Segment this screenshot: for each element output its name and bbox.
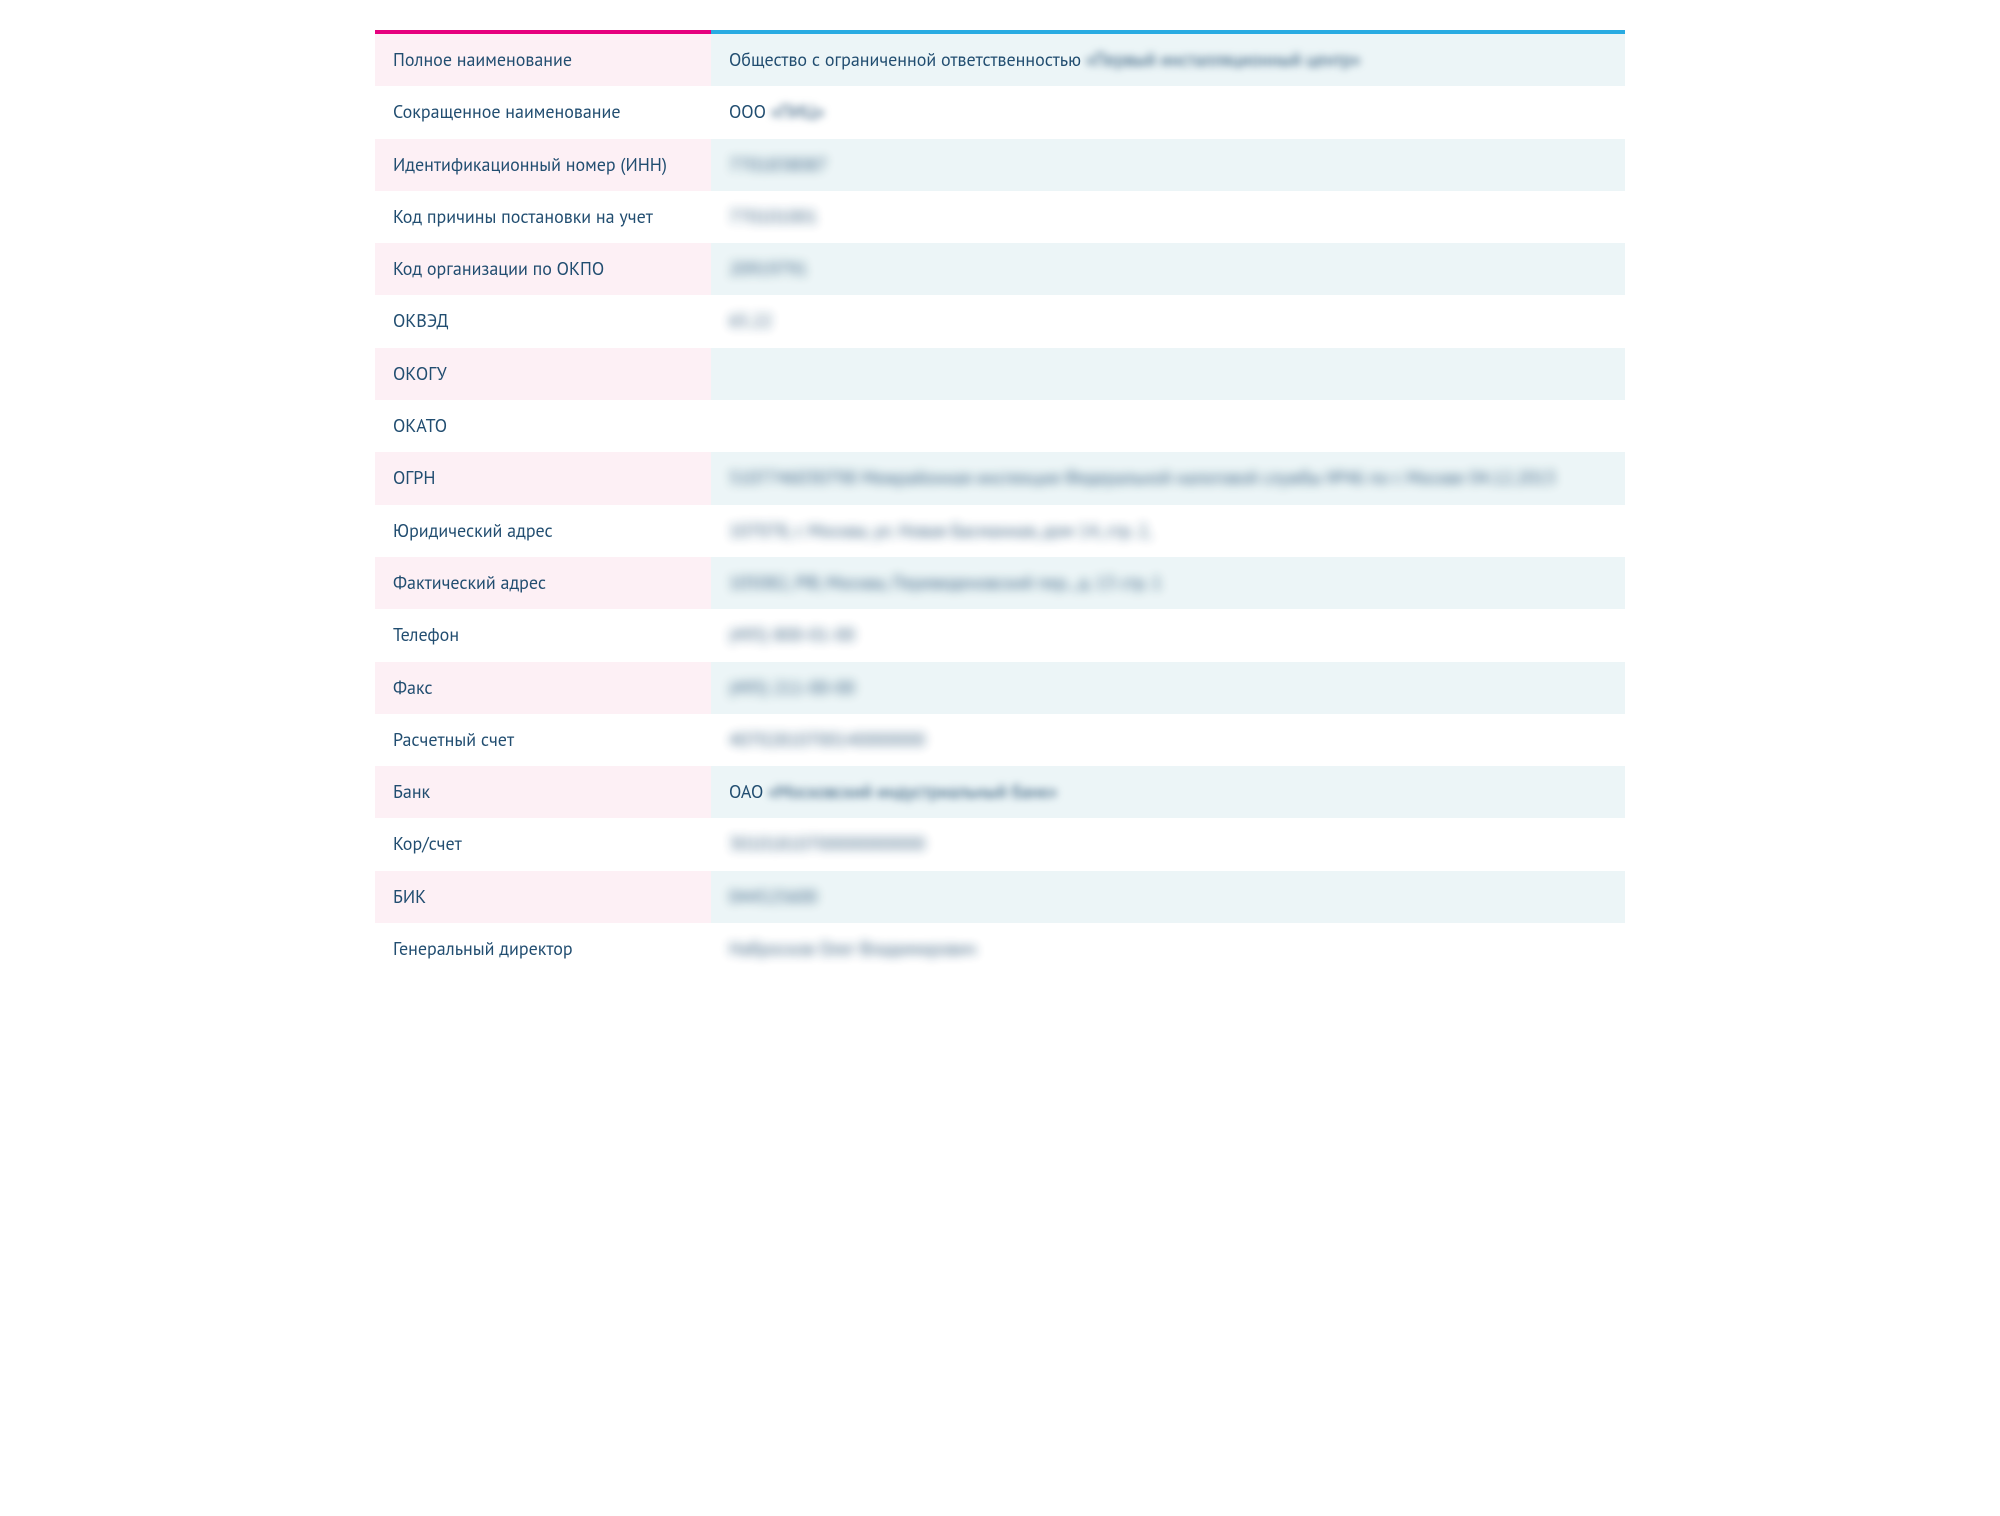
row-label: Расчетный счет xyxy=(375,714,711,766)
row-label: Телефон xyxy=(375,609,711,661)
row-value xyxy=(711,348,1625,400)
details-table: Полное наименованиеОбщество с ограниченн… xyxy=(375,30,1625,975)
row-value: 107078, г. Москва, ул. Новая Басманная, … xyxy=(711,505,1625,557)
row-value: 044525600 xyxy=(711,871,1625,923)
row-value-blurred: 5107746030798 Межрайонная инспекция Феде… xyxy=(729,466,1556,489)
table-row: Факс (495) 211-00-00 xyxy=(375,662,1625,714)
row-label: ОКОГУ xyxy=(375,348,711,400)
table-row: Расчетный счет 40702810700140000000 xyxy=(375,714,1625,766)
row-value-blurred: 65.22 xyxy=(729,309,772,332)
row-label: ОКАТО xyxy=(375,400,711,452)
row-value-clear: ОАО xyxy=(729,780,768,803)
row-value: ОАО «Московский индустриальный банк» xyxy=(711,766,1625,818)
table-row: БИК 044525600 xyxy=(375,871,1625,923)
row-value-blurred: 40702810700140000000 xyxy=(729,728,925,751)
row-value-blurred: «ПИЦ» xyxy=(771,100,825,123)
table-row: Сокращенное наименованиеООО «ПИЦ» xyxy=(375,86,1625,138)
row-label: Генеральный директор xyxy=(375,923,711,975)
row-value: (495) 211-00-00 xyxy=(711,662,1625,714)
row-value-blurred: Набросков Олег Владимирович xyxy=(729,937,976,960)
row-label: ОГРН xyxy=(375,452,711,504)
row-value: Набросков Олег Владимирович xyxy=(711,923,1625,975)
row-value: 40702810700140000000 xyxy=(711,714,1625,766)
table-row: Юридический адрес 107078, г. Москва, ул. … xyxy=(375,505,1625,557)
row-value: 30101810700000000000 xyxy=(711,818,1625,870)
details-table-body: Полное наименованиеОбщество с ограниченн… xyxy=(375,30,1625,975)
row-value-blurred: 7701838087 xyxy=(729,153,827,176)
row-value: 770101001 xyxy=(711,191,1625,243)
row-value: 20919791 xyxy=(711,243,1625,295)
row-value-blurred: 770101001 xyxy=(729,205,817,228)
table-row: БанкОАО «Московский индустриальный банк» xyxy=(375,766,1625,818)
row-value-clear: ООО xyxy=(729,100,771,123)
table-row: Кор/счет 30101810700000000000 xyxy=(375,818,1625,870)
row-value-blurred: «Московский индустриальный банк» xyxy=(768,780,1057,803)
row-value-clear: Общество с ограниченной ответственностью xyxy=(729,48,1086,71)
row-label: Кор/счет xyxy=(375,818,711,870)
row-label: Код организации по ОКПО xyxy=(375,243,711,295)
row-label: Фактический адрес xyxy=(375,557,711,609)
row-value: 65.22 xyxy=(711,295,1625,347)
table-row: ОГРН 5107746030798 Межрайонная инспекция … xyxy=(375,452,1625,504)
company-card: Полное наименованиеОбщество с ограниченн… xyxy=(375,0,1625,1015)
row-value xyxy=(711,400,1625,452)
row-label: Код причины постановки на учет xyxy=(375,191,711,243)
row-label: Факс xyxy=(375,662,711,714)
row-label: Идентификационный номер (ИНН) xyxy=(375,139,711,191)
row-label: ОКВЭД xyxy=(375,295,711,347)
table-row: Генеральный директор Набросков Олег Влади… xyxy=(375,923,1625,975)
row-value-blurred: 105082, РФ, Москва, Переведеновский пер.… xyxy=(729,571,1162,594)
row-label: Юридический адрес xyxy=(375,505,711,557)
table-row: Идентификационный номер (ИНН) 7701838087 xyxy=(375,139,1625,191)
row-value: Общество с ограниченной ответственностью… xyxy=(711,34,1625,86)
row-label: Полное наименование xyxy=(375,34,711,86)
row-value: 5107746030798 Межрайонная инспекция Феде… xyxy=(711,452,1625,504)
row-value-blurred: (495) 800-01-00 xyxy=(729,623,855,646)
row-value-blurred: «Первый инсталляционный центр» xyxy=(1086,48,1361,71)
row-value-blurred: 20919791 xyxy=(729,257,807,280)
row-value: ООО «ПИЦ» xyxy=(711,86,1625,138)
row-value-blurred: 107078, г. Москва, ул. Новая Басманная, … xyxy=(729,519,1152,542)
row-label: Сокращенное наименование xyxy=(375,86,711,138)
row-value: 105082, РФ, Москва, Переведеновский пер.… xyxy=(711,557,1625,609)
table-row: Фактический адрес 105082, РФ, Москва, Пер… xyxy=(375,557,1625,609)
table-row: ОКОГУ xyxy=(375,348,1625,400)
row-value-blurred: 30101810700000000000 xyxy=(729,832,925,855)
row-label: БИК xyxy=(375,871,711,923)
table-row: Код причины постановки на учет 770101001 xyxy=(375,191,1625,243)
row-value: 7701838087 xyxy=(711,139,1625,191)
row-label: Банк xyxy=(375,766,711,818)
row-value: (495) 800-01-00 xyxy=(711,609,1625,661)
table-row: ОКАТО xyxy=(375,400,1625,452)
row-value-blurred: (495) 211-00-00 xyxy=(729,676,855,699)
row-value-blurred: 044525600 xyxy=(729,885,817,908)
table-row: Телефон (495) 800-01-00 xyxy=(375,609,1625,661)
table-row: ОКВЭД 65.22 xyxy=(375,295,1625,347)
table-row: Код организации по ОКПО 20919791 xyxy=(375,243,1625,295)
table-row: Полное наименованиеОбщество с ограниченн… xyxy=(375,34,1625,86)
